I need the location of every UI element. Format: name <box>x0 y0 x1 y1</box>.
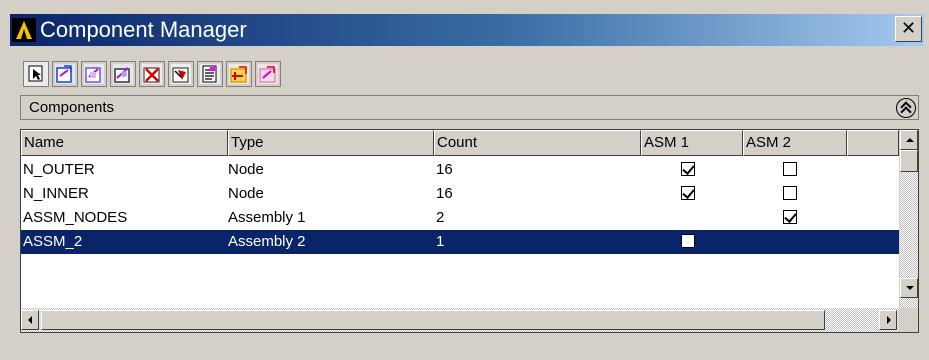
select-icon <box>28 65 43 82</box>
edit-assembly-icon <box>258 64 278 84</box>
create-assembly-icon <box>229 64 249 84</box>
toolbar-button-copy[interactable] <box>110 61 136 87</box>
column-header-extra[interactable] <box>847 130 899 156</box>
scrollbar-corner <box>899 308 918 332</box>
column-header-count[interactable]: Count <box>434 130 641 156</box>
scroll-left-icon[interactable] <box>21 310 39 330</box>
cell-count: 16 <box>436 185 453 202</box>
asm2-checkbox[interactable] <box>783 210 797 224</box>
window-title: Component Manager <box>40 17 247 42</box>
cell-type: Node <box>228 161 264 178</box>
toolbar-button-edit-assembly[interactable] <box>255 61 281 87</box>
close-button[interactable]: ✕ <box>895 16 922 42</box>
component-manager-window: Component Manager ✕ Components Name Type… <box>0 0 929 360</box>
vertical-scrollbar[interactable] <box>899 130 918 308</box>
table-row[interactable]: N_INNER Node 16 <box>21 182 899 206</box>
cell-type: Assembly 1 <box>228 209 306 226</box>
delete-component-icon <box>142 64 162 84</box>
cell-name: N_OUTER <box>23 161 95 178</box>
title-bar[interactable]: Component Manager <box>10 14 924 46</box>
components-label: Components <box>29 99 115 116</box>
toolbar-button-create[interactable] <box>52 61 78 87</box>
vertical-scroll-thumb[interactable] <box>900 150 918 172</box>
cell-count: 16 <box>436 161 453 178</box>
components-list: Name Type Count ASM 1 ASM 2 N_OUTER Node… <box>20 129 919 333</box>
asm2-checkbox[interactable] <box>783 162 797 176</box>
column-header-type[interactable]: Type <box>228 130 434 156</box>
cell-count: 1 <box>436 233 445 250</box>
column-header-asm1[interactable]: ASM 1 <box>641 130 743 156</box>
copy-component-icon <box>113 64 133 84</box>
edit-component-icon <box>84 64 104 84</box>
toolbar-button-create-assembly[interactable] <box>226 61 252 87</box>
asm1-checkbox[interactable] <box>681 234 695 248</box>
table-row[interactable]: N_OUTER Node 16 <box>21 158 899 182</box>
horizontal-scroll-thumb[interactable] <box>41 310 825 330</box>
horizontal-scrollbar[interactable] <box>21 308 899 332</box>
table-row[interactable]: ASSM_NODES Assembly 1 2 <box>21 206 899 230</box>
scroll-down-icon[interactable] <box>900 278 918 298</box>
create-component-icon <box>55 64 75 84</box>
column-header-name[interactable]: Name <box>21 130 228 156</box>
asm2-checkbox[interactable] <box>783 186 797 200</box>
toolbar-button-select[interactable] <box>23 61 49 87</box>
table-row-selected[interactable]: ASSM_2 Assembly 2 1 <box>21 230 899 254</box>
toolbar-button-list[interactable] <box>197 61 223 87</box>
toolbar <box>23 61 281 89</box>
column-header-asm2[interactable]: ASM 2 <box>743 130 847 156</box>
close-icon: ✕ <box>900 18 917 38</box>
toolbar-button-edit[interactable] <box>81 61 107 87</box>
components-section-header[interactable]: Components <box>20 95 919 120</box>
select-entities-icon <box>171 64 191 84</box>
ansys-logo-icon <box>12 18 36 42</box>
cell-name: ASSM_2 <box>23 233 83 250</box>
scroll-right-icon[interactable] <box>879 310 897 330</box>
double-chevron-up-icon[interactable] <box>896 98 916 118</box>
scroll-up-icon[interactable] <box>900 130 918 150</box>
asm1-checkbox[interactable] <box>681 186 695 200</box>
cell-count: 2 <box>436 209 445 226</box>
cell-type: Node <box>228 185 264 202</box>
list-icon <box>200 64 220 84</box>
toolbar-button-delete[interactable] <box>139 61 165 87</box>
cell-type: Assembly 2 <box>228 233 306 250</box>
asm1-checkbox[interactable] <box>681 162 695 176</box>
cell-name: ASSM_NODES <box>23 209 128 226</box>
toolbar-button-select-entities[interactable] <box>168 61 194 87</box>
cell-name: N_INNER <box>23 185 89 202</box>
